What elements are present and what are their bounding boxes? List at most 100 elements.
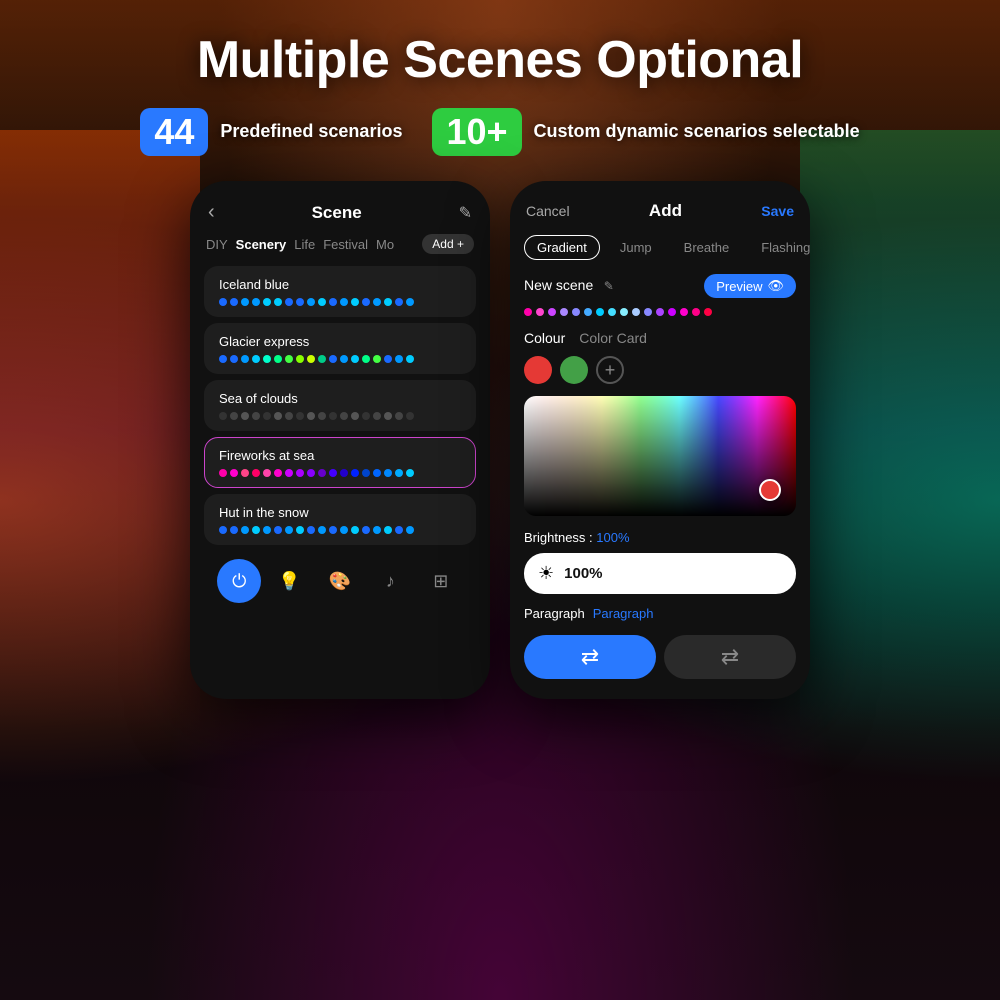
loop-button[interactable]: ⇄ <box>524 635 656 679</box>
add-tab-button[interactable]: Add + <box>422 234 474 254</box>
dot-1-5 <box>274 355 282 363</box>
dot-4-5 <box>274 526 282 534</box>
dot-3-16 <box>395 469 403 477</box>
dot-3-1 <box>230 469 238 477</box>
tab-scenery[interactable]: Scenery <box>236 237 287 252</box>
dot-1-16 <box>395 355 403 363</box>
dot-4-17 <box>406 526 414 534</box>
dot-3-12 <box>351 469 359 477</box>
mode-gradient[interactable]: Gradient <box>524 235 600 260</box>
dot-1-10 <box>329 355 337 363</box>
dot-1-13 <box>362 355 370 363</box>
brightness-slider[interactable]: ☀ 100% <box>524 553 796 594</box>
dot-3-4 <box>263 469 271 477</box>
dot-2-6 <box>285 412 293 420</box>
paragraph-row: Paragraph Paragraph <box>524 606 796 621</box>
dot-0-0 <box>219 298 227 306</box>
grid-button[interactable]: ⊞ <box>419 559 463 603</box>
tab-life[interactable]: Life <box>294 237 315 252</box>
dot-0-11 <box>340 298 348 306</box>
dot-2-4 <box>263 412 271 420</box>
main-content: Multiple Scenes Optional 44 Predefined s… <box>0 0 1000 1000</box>
edit-scene-icon[interactable]: ✎ <box>459 203 472 223</box>
scene-card-4[interactable]: Hut in the snow <box>204 494 476 545</box>
dot-4-6 <box>285 526 293 534</box>
phones-row: ‹ Scene ✎ DIY Scenery Life Festival Mo A… <box>190 181 810 699</box>
scene-card-3[interactable]: Fireworks at sea <box>204 437 476 488</box>
tab-mo[interactable]: Mo <box>376 237 394 252</box>
dot-4-4 <box>263 526 271 534</box>
scene-name-1: Glacier express <box>219 334 461 349</box>
dot-1-14 <box>373 355 381 363</box>
power-button[interactable]: ⏻ <box>217 559 261 603</box>
dot-2-17 <box>406 412 414 420</box>
new-scene-edit-icon[interactable]: ✎ <box>604 279 614 293</box>
color-picker[interactable] <box>524 396 796 516</box>
tab-festival[interactable]: Festival <box>323 237 368 252</box>
dots-row-3 <box>219 469 461 477</box>
save-button[interactable]: Save <box>761 203 794 219</box>
preview-label: Preview <box>716 279 762 294</box>
mode-jump[interactable]: Jump <box>608 236 664 259</box>
dot-0-17 <box>406 298 414 306</box>
mode-breathe[interactable]: Breathe <box>672 236 742 259</box>
dot-2-15 <box>384 412 392 420</box>
brightness-label: Brightness : 100% <box>524 530 796 545</box>
dot-4-7 <box>296 526 304 534</box>
dot-3-15 <box>384 469 392 477</box>
mode-flashing[interactable]: Flashing <box>749 236 810 259</box>
dot-3-14 <box>373 469 381 477</box>
light-button[interactable]: 💡 <box>268 559 312 603</box>
scene-list: Iceland blue Glacier express Sea of clouds… <box>204 266 476 545</box>
preview-dot-14 <box>692 308 700 316</box>
dot-2-12 <box>351 412 359 420</box>
scene-name-2: Sea of clouds <box>219 391 461 406</box>
tab-diy[interactable]: DIY <box>206 237 228 252</box>
back-arrow-icon[interactable]: ‹ <box>208 201 215 224</box>
swatch-red[interactable] <box>524 356 552 384</box>
dot-3-13 <box>362 469 370 477</box>
cancel-button[interactable]: Cancel <box>526 203 570 219</box>
paragraph-value[interactable]: Paragraph <box>593 606 654 621</box>
dot-1-7 <box>296 355 304 363</box>
scene-card-1[interactable]: Glacier express <box>204 323 476 374</box>
music-button[interactable]: ♪ <box>368 559 412 603</box>
scene-title: Scene <box>215 203 459 223</box>
dot-1-17 <box>406 355 414 363</box>
dot-0-14 <box>373 298 381 306</box>
dot-1-12 <box>351 355 359 363</box>
dot-1-0 <box>219 355 227 363</box>
bottom-nav: ⏻ 💡 🎨 ♪ ⊞ <box>204 559 476 603</box>
preview-eye-icon: 👁 <box>767 278 784 294</box>
stat-badge-10: 10+ <box>432 108 521 156</box>
dot-3-2 <box>241 469 249 477</box>
dot-3-7 <box>296 469 304 477</box>
dot-4-11 <box>340 526 348 534</box>
dot-4-10 <box>329 526 337 534</box>
color-picker-handle[interactable] <box>759 479 781 501</box>
dot-4-1 <box>230 526 238 534</box>
dot-4-9 <box>318 526 326 534</box>
preview-button[interactable]: Preview 👁 <box>704 274 796 298</box>
scene-card-2[interactable]: Sea of clouds <box>204 380 476 431</box>
dot-0-9 <box>318 298 326 306</box>
left-phone: ‹ Scene ✎ DIY Scenery Life Festival Mo A… <box>190 181 490 699</box>
dot-0-15 <box>384 298 392 306</box>
color-card-label[interactable]: Color Card <box>579 330 647 346</box>
add-swatch-button[interactable]: + <box>596 356 624 384</box>
scene-card-0[interactable]: Iceland blue <box>204 266 476 317</box>
palette-button[interactable]: 🎨 <box>318 559 362 603</box>
dot-0-4 <box>263 298 271 306</box>
reverse-button[interactable]: ⇄ <box>664 635 796 679</box>
stat-badge-44: 44 <box>140 108 208 156</box>
dot-0-12 <box>351 298 359 306</box>
dots-row-4 <box>219 526 461 534</box>
new-scene-row: New scene ✎ Preview 👁 <box>524 274 796 298</box>
colour-label: Colour <box>524 330 565 346</box>
stat-item-1: 44 Predefined scenarios <box>140 108 402 156</box>
preview-dot-7 <box>608 308 616 316</box>
dot-3-17 <box>406 469 414 477</box>
dot-0-8 <box>307 298 315 306</box>
dot-0-16 <box>395 298 403 306</box>
swatch-green[interactable] <box>560 356 588 384</box>
